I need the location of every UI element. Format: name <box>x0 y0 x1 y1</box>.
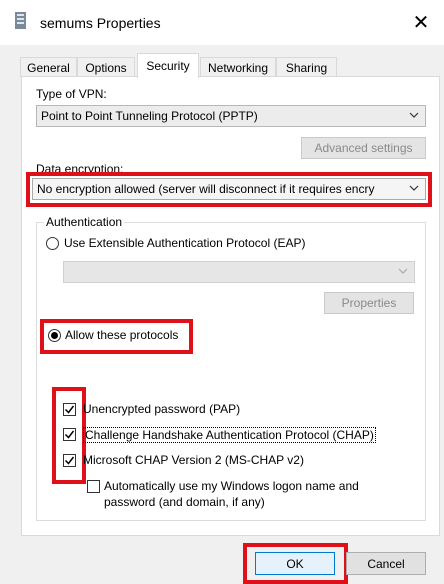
tab-networking[interactable]: Networking <box>200 57 276 77</box>
pap-label: Unencrypted password (PAP) <box>83 402 241 416</box>
chap-label: Challenge Handshake Authentication Proto… <box>83 427 376 443</box>
close-button[interactable]: ✕ <box>398 0 444 45</box>
auto-logon-label-line2: password (and domain, if any) <box>104 495 265 509</box>
close-icon: ✕ <box>412 12 430 34</box>
title-bar: semums Properties ✕ <box>0 0 444 45</box>
chevron-down-icon <box>398 268 408 274</box>
vpn-type-value: Point to Point Tunneling Protocol (PPTP) <box>41 109 258 123</box>
mschapv2-label: Microsoft CHAP Version 2 (MS-CHAP v2) <box>83 453 304 467</box>
auto-logon-label-line1: Automatically use my Windows logon name … <box>104 479 359 493</box>
chevron-down-icon <box>409 112 419 118</box>
checkmark-icon <box>64 430 75 439</box>
chap-checkbox[interactable] <box>63 428 76 441</box>
cancel-button[interactable]: Cancel <box>346 552 426 575</box>
advanced-settings-button[interactable]: Advanced settings <box>301 137 426 159</box>
vpn-type-label: Type of VPN: <box>36 87 107 101</box>
chevron-down-icon <box>409 185 419 191</box>
allow-protocols-label: Allow these protocols <box>65 328 179 342</box>
properties-button[interactable]: Properties <box>324 292 414 314</box>
mschapv2-checkbox[interactable] <box>63 454 76 467</box>
tab-security[interactable]: Security <box>137 53 199 78</box>
authentication-group-title: Authentication <box>44 215 125 229</box>
ok-button[interactable]: OK <box>255 552 335 575</box>
allow-protocols-radio[interactable] <box>48 329 61 342</box>
eap-radio[interactable] <box>46 237 59 250</box>
tab-options[interactable]: Options <box>77 57 135 77</box>
encryption-value: No encryption allowed (server will disco… <box>37 182 375 196</box>
encryption-select[interactable]: No encryption allowed (server will disco… <box>32 178 426 200</box>
tab-general[interactable]: General <box>20 57 77 77</box>
auto-logon-checkbox[interactable] <box>87 480 100 493</box>
eap-method-select[interactable] <box>63 261 415 283</box>
eap-radio-label: Use Extensible Authentication Protocol (… <box>64 236 306 250</box>
checkmark-icon <box>64 405 75 414</box>
vpn-type-select[interactable]: Point to Point Tunneling Protocol (PPTP) <box>36 105 426 127</box>
tab-sharing[interactable]: Sharing <box>276 57 337 77</box>
pap-checkbox[interactable] <box>63 403 76 416</box>
checkmark-icon <box>64 456 75 465</box>
network-connection-icon <box>15 12 26 29</box>
window-title: semums Properties <box>40 15 161 31</box>
